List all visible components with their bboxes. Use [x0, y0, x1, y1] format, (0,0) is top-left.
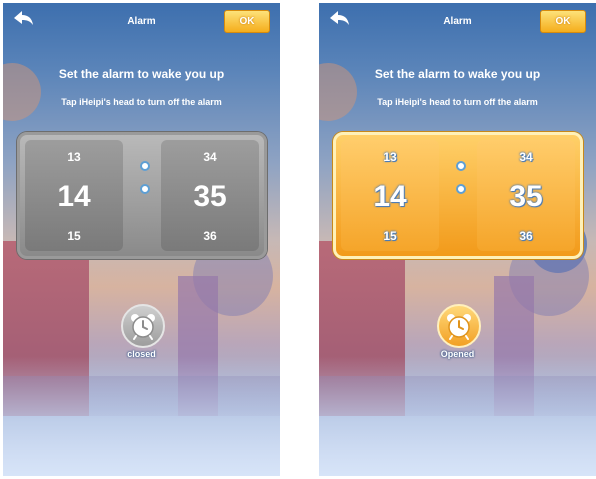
alarm-toggle-button[interactable]	[121, 304, 165, 348]
hour-current: 14	[373, 179, 407, 213]
alarm-toggle-button[interactable]	[437, 304, 481, 348]
instruction-subheading: Tap iHeipi's head to turn off the alarm	[61, 97, 222, 107]
alarm-status-label: Opened	[440, 349, 475, 359]
hour-current: 14	[57, 179, 91, 213]
alarm-screen-opened: Alarm OK Set the alarm to wake you up Ta…	[319, 3, 596, 476]
time-separator-dot	[140, 161, 150, 171]
time-separator-dot	[456, 184, 466, 194]
background-mist	[319, 356, 596, 476]
hour-next[interactable]: 15	[67, 229, 80, 243]
alarm-status-label: closed	[127, 349, 156, 359]
time-separator-dot	[456, 161, 466, 171]
hour-prev[interactable]: 13	[383, 150, 396, 164]
time-separator-dot	[140, 184, 150, 194]
time-picker: 13 14 15 34 35 36	[17, 132, 267, 259]
alarm-clock-icon	[447, 314, 471, 340]
instruction-heading: Set the alarm to wake you up	[374, 67, 541, 81]
alarm-screen-closed: Alarm OK Set the alarm to wake you up Ta…	[3, 3, 280, 476]
time-picker: 13 14 15 34 35 36	[333, 132, 583, 259]
minute-prev[interactable]: 34	[203, 150, 216, 164]
instruction-heading: Set the alarm to wake you up	[58, 67, 225, 81]
ok-button[interactable]: OK	[224, 10, 270, 33]
minute-current: 35	[193, 179, 227, 213]
hour-wheel[interactable]: 13 14 15	[341, 140, 439, 251]
minute-next[interactable]: 36	[203, 229, 216, 243]
alarm-clock-icon	[131, 314, 155, 340]
minute-current: 35	[509, 179, 543, 213]
minute-next[interactable]: 36	[519, 229, 532, 243]
minute-prev[interactable]: 34	[519, 150, 532, 164]
background-mist	[3, 356, 280, 476]
hour-prev[interactable]: 13	[67, 150, 80, 164]
minute-wheel[interactable]: 34 35 36	[161, 140, 259, 251]
minute-wheel[interactable]: 34 35 36	[477, 140, 575, 251]
hour-wheel[interactable]: 13 14 15	[25, 140, 123, 251]
ok-button[interactable]: OK	[540, 10, 586, 33]
instruction-subheading: Tap iHeipi's head to turn off the alarm	[377, 97, 538, 107]
hour-next[interactable]: 15	[383, 229, 396, 243]
